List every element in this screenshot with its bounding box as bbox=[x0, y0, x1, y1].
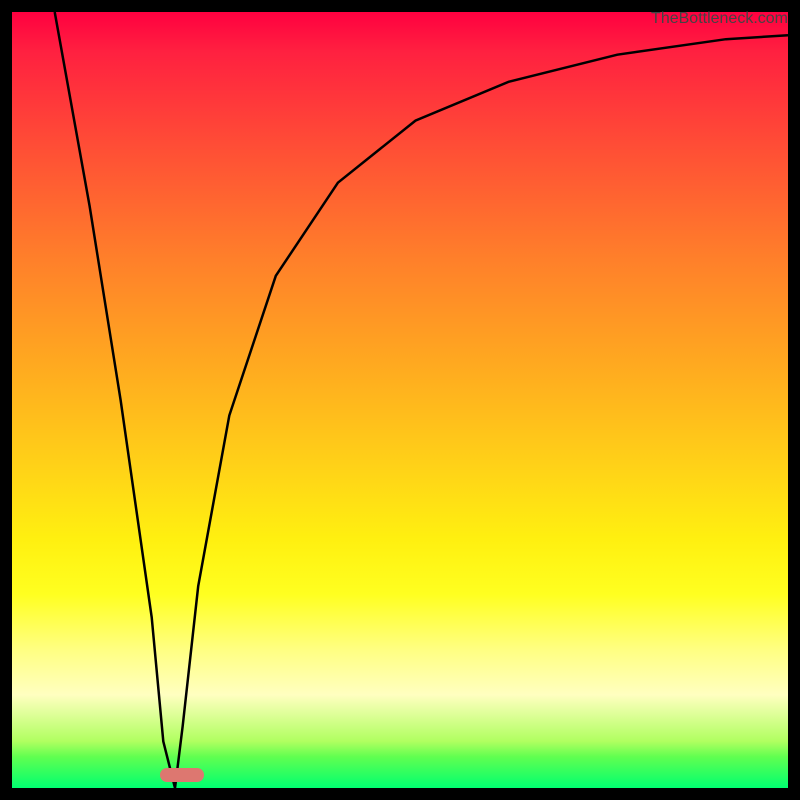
bottleneck-curve bbox=[12, 12, 788, 788]
watermark-text: TheBottleneck.com bbox=[651, 10, 788, 28]
chart-area bbox=[12, 12, 788, 788]
ideal-zone-marker bbox=[160, 768, 204, 782]
